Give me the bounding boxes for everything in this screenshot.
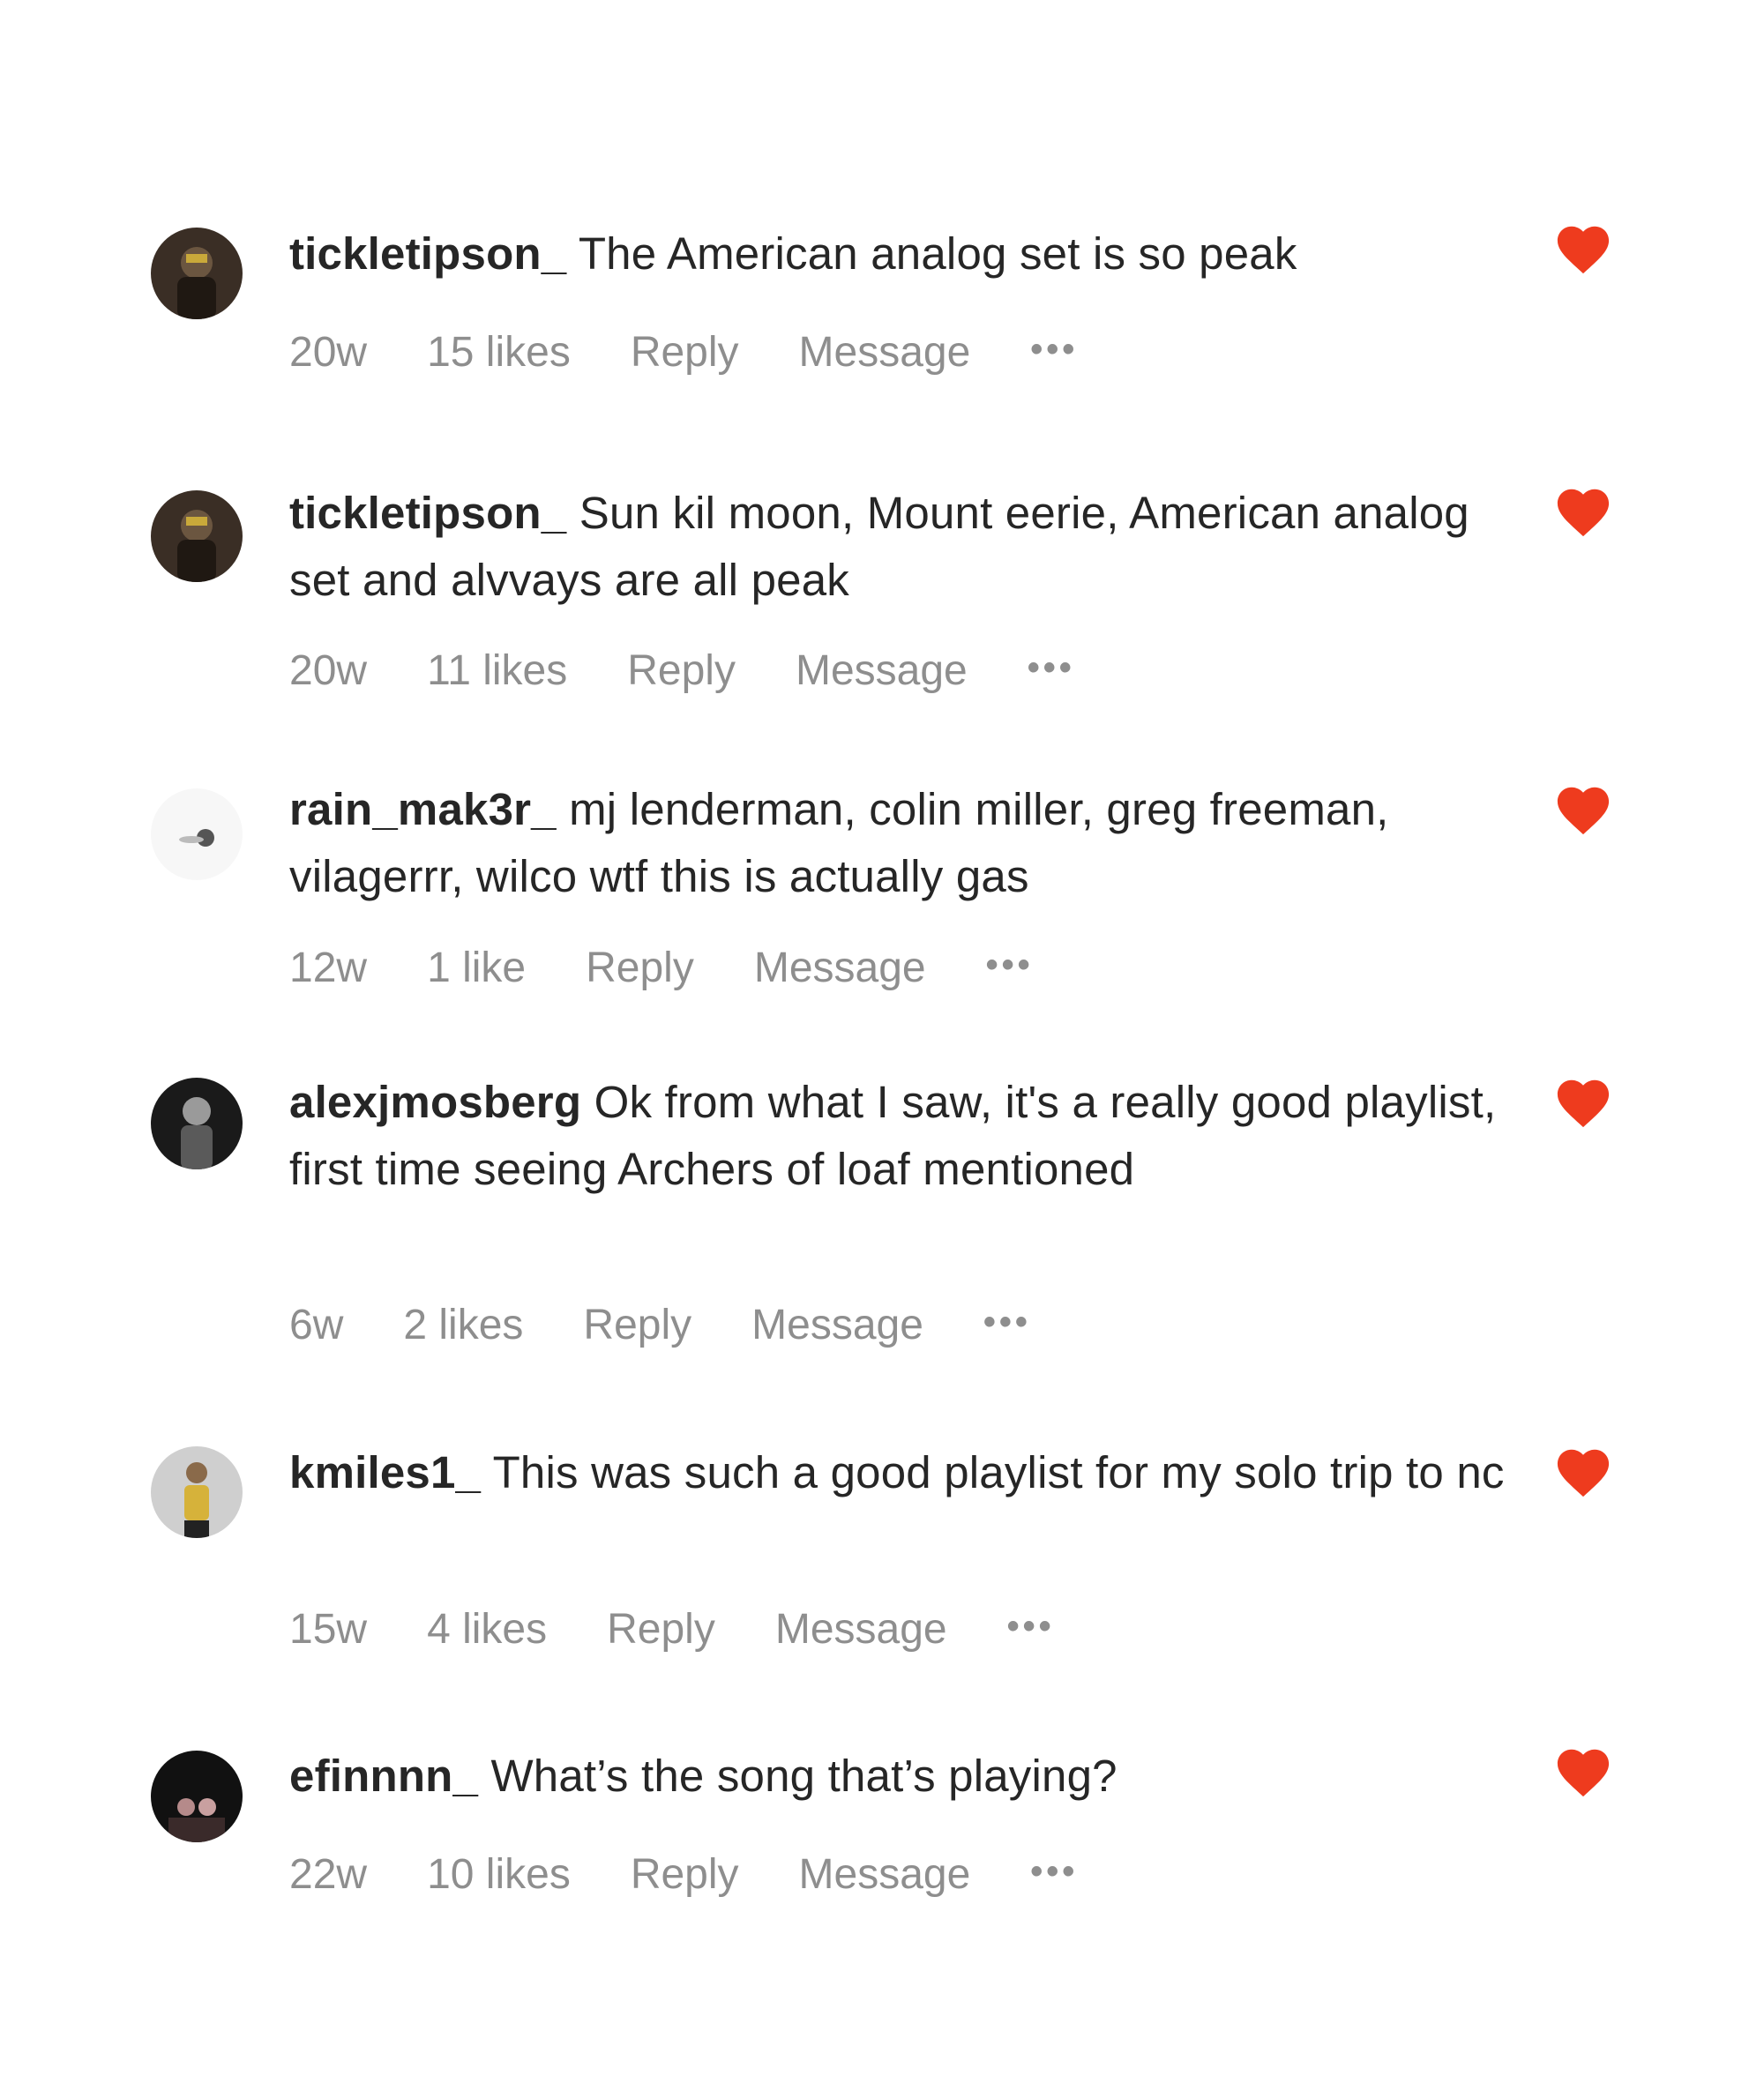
comment-text-block: efinnnn_ What’s the song that’s playing? [289,1743,1524,1810]
comment-meta: 15w 4 likes Reply Message ••• [289,1605,1115,1658]
reply-button[interactable]: Reply [586,944,694,992]
comment-likes[interactable]: 10 likes [427,1850,571,1899]
more-options-icon[interactable]: ••• [983,1303,1031,1342]
comment-username[interactable]: efinnnn_ [289,1751,478,1801]
comment-meta: 6w 2 likes Reply Message ••• [289,1301,1091,1354]
comment-time: 12w [289,945,368,991]
avatar[interactable] [151,1751,243,1842]
avatar-image [151,788,243,880]
comment-username[interactable]: tickletipson_ [289,228,566,279]
comment-meta: 22w 10 likes Reply Message ••• [289,1850,1138,1903]
more-options-icon[interactable]: ••• [1007,1607,1055,1647]
comment-username[interactable]: rain_mak3r_ [289,784,557,834]
heart-filled-icon[interactable] [1552,482,1614,538]
message-button[interactable]: Message [799,328,971,377]
more-options-icon[interactable]: ••• [986,945,1034,985]
heart-filled-icon[interactable] [1552,1442,1614,1498]
reply-button[interactable]: Reply [627,646,736,695]
more-options-icon[interactable]: ••• [1030,1852,1078,1892]
heart-filled-icon[interactable] [1552,780,1614,836]
comment-meta: 20w 11 likes Reply Message ••• [289,646,1135,699]
comment-time: 22w [289,1851,368,1898]
reply-button[interactable]: Reply [583,1301,691,1349]
comment-text-block: alexjmosberg Ok from what I saw, it's a … [289,1069,1559,1203]
avatar-image [151,1078,243,1169]
comment-likes[interactable]: 11 likes [427,646,567,695]
comment-time: 6w [289,1302,344,1348]
comment-username[interactable]: kmiles1_ [289,1447,481,1497]
comment-body: What’s the song that’s playing? [490,1751,1117,1801]
comment-likes[interactable]: 4 likes [427,1605,547,1654]
message-button[interactable]: Message [799,1850,971,1899]
heart-filled-icon[interactable] [1552,1742,1614,1798]
reply-button[interactable]: Reply [607,1605,715,1654]
comments-screen: { "colors": { "like_heart": "#EE3B1E", "… [0,0,1764,2076]
comment-likes[interactable]: 1 like [427,944,526,992]
message-button[interactable]: Message [796,646,968,695]
comment-likes[interactable]: 2 likes [403,1301,523,1349]
comment-text-block: tickletipson_ Sun kil moon, Mount eerie,… [289,480,1471,614]
more-options-icon[interactable]: ••• [1028,648,1075,688]
avatar[interactable] [151,788,243,880]
comment-likes[interactable]: 15 likes [427,328,571,377]
avatar[interactable] [151,1078,243,1169]
reply-button[interactable]: Reply [631,1850,739,1899]
comment-body: The American analog set is so peak [578,228,1297,279]
comment-text-block: rain_mak3r_ mj lenderman, colin miller, … [289,776,1542,910]
avatar-image [151,228,243,319]
avatar-image [151,490,243,582]
message-button[interactable]: Message [754,944,926,992]
comment-time: 20w [289,647,368,694]
heart-filled-icon[interactable] [1552,1072,1614,1129]
comment-time: 20w [289,329,368,376]
comment-text-block: kmiles1_ This was such a good playlist f… [289,1439,1542,1506]
message-button[interactable]: Message [775,1605,947,1654]
comment-meta: 20w 15 likes Reply Message ••• [289,328,1138,381]
avatar-image [151,1751,243,1842]
avatar[interactable] [151,1446,243,1538]
comment-text-block: tickletipson_ The American analog set is… [289,220,1524,288]
heart-filled-icon[interactable] [1552,219,1614,275]
message-button[interactable]: Message [751,1301,923,1349]
avatar[interactable] [151,490,243,582]
avatar-image [151,1446,243,1538]
comment-username[interactable]: tickletipson_ [289,488,566,538]
comment-meta: 12w 1 like Reply Message ••• [289,944,1094,997]
comment-body: This was such a good playlist for my sol… [492,1447,1505,1497]
more-options-icon[interactable]: ••• [1030,330,1078,370]
comment-username[interactable]: alexjmosberg [289,1077,581,1127]
comment-time: 15w [289,1606,368,1653]
avatar[interactable] [151,228,243,319]
reply-button[interactable]: Reply [631,328,739,377]
